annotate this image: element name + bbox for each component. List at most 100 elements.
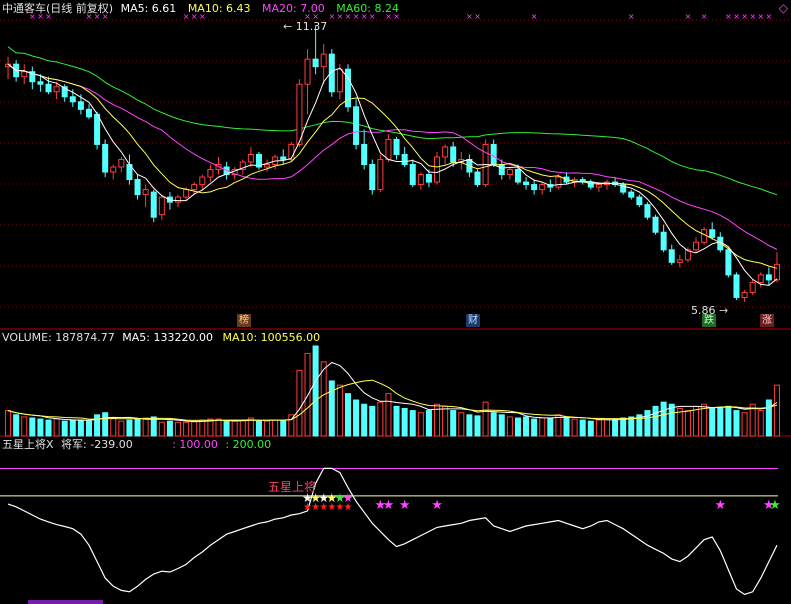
volume-bar [134, 418, 141, 437]
star-mark: ★ [399, 498, 411, 513]
volume-header: VOLUME: 187874.77 MA5: 133220.00 MA10: 1… [2, 331, 320, 345]
volume-bar [255, 420, 262, 437]
candle-body [150, 191, 157, 218]
volume-bar [175, 421, 182, 437]
volume-bar [69, 419, 76, 437]
volume-bar [474, 415, 481, 437]
candle-body [425, 174, 432, 183]
ma60-series [7, 46, 778, 196]
tag-die[interactable]: 跌 [702, 314, 716, 327]
tag-cai[interactable]: 财 [466, 314, 480, 327]
volume-bar [765, 399, 772, 437]
grid-lines [0, 19, 791, 437]
tag-zhang[interactable]: 涨 [760, 314, 774, 327]
diamond-icon[interactable]: ◇ [779, 1, 788, 15]
volume-bar [272, 419, 279, 437]
scrollbar-stub [28, 600, 103, 604]
candle-body [312, 58, 319, 68]
volume-bar [158, 421, 165, 437]
indicator-value: 将军: -239.00 [61, 438, 133, 451]
candle-body [514, 169, 521, 183]
candle-body [134, 179, 141, 196]
candle-body [401, 153, 408, 166]
volume-bar [150, 416, 157, 437]
volume-bar [369, 405, 376, 437]
candle-body [288, 143, 295, 160]
candle-body [709, 229, 716, 238]
volume-bar [183, 421, 190, 437]
candle-body [523, 181, 530, 186]
ma-lines [7, 63, 778, 286]
candle-body [757, 274, 764, 283]
star-mark: ★ [383, 498, 395, 513]
volume-bar [644, 410, 651, 437]
volume-bar [296, 369, 303, 437]
volume-bar [142, 417, 149, 437]
volume-bar [13, 414, 20, 437]
candle-body [773, 263, 780, 281]
candle-body [280, 156, 287, 160]
volume-bar [61, 420, 68, 437]
volume-bars [5, 345, 780, 437]
candle-body [693, 241, 700, 251]
ma5-value: MA5: 6.61 [120, 2, 177, 15]
candle-body [765, 274, 772, 281]
volume-bar [239, 419, 246, 437]
volume-bar [458, 412, 465, 437]
candle-body [377, 158, 384, 191]
volume-bar [385, 393, 392, 437]
candle-body [296, 83, 303, 145]
cross-mark: × [466, 12, 473, 21]
candle-body [45, 83, 52, 93]
candle-body [676, 259, 683, 263]
volume-bar [482, 401, 489, 437]
volume-bar [77, 419, 84, 437]
candle-body [644, 204, 651, 218]
candle-body [110, 166, 117, 173]
candle-body [53, 86, 60, 93]
candle-body [725, 249, 732, 276]
candle-body [417, 174, 424, 186]
five-star-general-label: 五星上将 [268, 480, 317, 494]
volume-bar [401, 407, 408, 437]
volume-bar [442, 405, 449, 437]
ma20-value: MA20: 7.00 [262, 2, 325, 15]
volume-bar [320, 361, 327, 437]
candle-body [183, 189, 190, 198]
volume-bar [514, 417, 521, 437]
indicator-name: 五星上将X [2, 438, 54, 451]
candle-body [21, 71, 28, 78]
volume-bar [304, 352, 311, 437]
volume-bar [620, 417, 627, 437]
volume-bar [571, 418, 578, 437]
volume-bar [215, 418, 222, 437]
volume-bar [531, 418, 538, 437]
candle-body [490, 143, 497, 166]
volume-bar [223, 420, 230, 437]
volume-bar [757, 410, 764, 437]
tag-bang[interactable]: 榜 [237, 314, 251, 327]
volume-bar [506, 416, 513, 437]
cross-mark: × [531, 12, 538, 21]
volume-bar [102, 412, 109, 437]
volume-bar [628, 416, 635, 437]
candle-body [506, 169, 513, 176]
cross-mark: × [749, 12, 756, 21]
candle-body [636, 196, 643, 206]
candle-body [320, 53, 327, 68]
indicator-panel: ★★ ★ ★ ★ ★★★★★★★★★★★★★ ★ [0, 467, 781, 604]
volume-bar [166, 420, 173, 437]
candle-body [474, 171, 481, 186]
volume-bar [595, 419, 602, 437]
candle-body [207, 169, 214, 178]
candle-body [701, 229, 708, 243]
volume-bar [417, 412, 424, 437]
candle-body [199, 176, 206, 186]
volume-bar [523, 416, 530, 437]
candle-body [118, 158, 125, 168]
chart-title: 中通客车(日线 前复权) [2, 2, 114, 15]
star-mark: ★ [714, 498, 726, 513]
cross-mark: × [766, 12, 773, 21]
ma5-series [7, 63, 778, 286]
volume-bar [280, 419, 287, 437]
